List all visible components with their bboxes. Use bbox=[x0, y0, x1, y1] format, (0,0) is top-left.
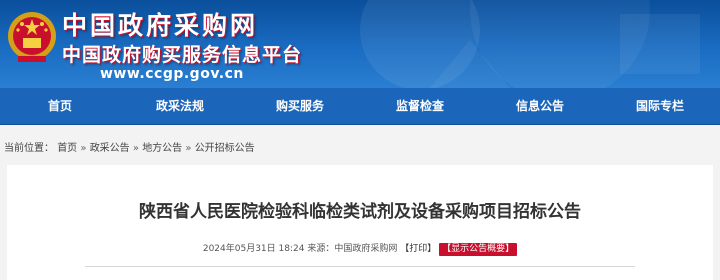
breadcrumb-link-local[interactable]: 地方公告 bbox=[142, 143, 182, 154]
nav-item-regulations[interactable]: 政采法规 bbox=[120, 88, 240, 124]
article-datetime: 2024年05月31日 18:24 bbox=[202, 244, 305, 254]
breadcrumb-prefix: 当前位置： bbox=[4, 143, 54, 154]
article-source: 中国政府采购网 bbox=[334, 244, 398, 254]
national-emblem-icon bbox=[8, 12, 56, 62]
breadcrumb-link-tender[interactable]: 公开招标公告 bbox=[195, 143, 255, 154]
site-title: 中国政府采购网 bbox=[62, 11, 259, 40]
article-panel: 陕西省人民医院检验科临检类试剂及设备采购项目招标公告 2024年05月31日 1… bbox=[7, 165, 713, 280]
print-link[interactable]: 【打印】 bbox=[400, 244, 436, 254]
breadcrumb: 当前位置： 首页 » 政采公告 » 地方公告 » 公开招标公告 bbox=[0, 125, 720, 162]
breadcrumb-separator: » bbox=[132, 143, 139, 154]
main-nav: 首页 政采法规 购买服务 监督检查 信息公告 国际专栏 bbox=[0, 88, 720, 125]
divider bbox=[85, 266, 635, 267]
breadcrumb-link-announcements[interactable]: 政采公告 bbox=[90, 143, 130, 154]
article-meta: 2024年05月31日 18:24 来源：中国政府采购网 【打印】 【显示公告概… bbox=[7, 241, 713, 256]
site-url: www.ccgp.gov.cn bbox=[100, 66, 244, 82]
nav-item-home[interactable]: 首页 bbox=[0, 88, 120, 124]
breadcrumb-link-home[interactable]: 首页 bbox=[57, 143, 77, 154]
nav-item-supervision[interactable]: 监督检查 bbox=[360, 88, 480, 124]
breadcrumb-separator: » bbox=[80, 143, 87, 154]
nav-item-international[interactable]: 国际专栏 bbox=[600, 88, 720, 124]
article-title: 陕西省人民医院检验科临检类试剂及设备采购项目招标公告 bbox=[139, 202, 581, 222]
site-header: 中国政府采购网 中国政府购买服务信息平台 www.ccgp.gov.cn bbox=[0, 0, 720, 88]
show-summary-button[interactable]: 【显示公告概要】 bbox=[439, 243, 518, 256]
nav-item-announcements[interactable]: 信息公告 bbox=[480, 88, 600, 124]
article-source-label: 来源： bbox=[307, 244, 335, 254]
nav-item-purchase-services[interactable]: 购买服务 bbox=[240, 88, 360, 124]
site-subtitle: 中国政府购买服务信息平台 bbox=[62, 44, 303, 66]
breadcrumb-separator: » bbox=[185, 143, 192, 154]
